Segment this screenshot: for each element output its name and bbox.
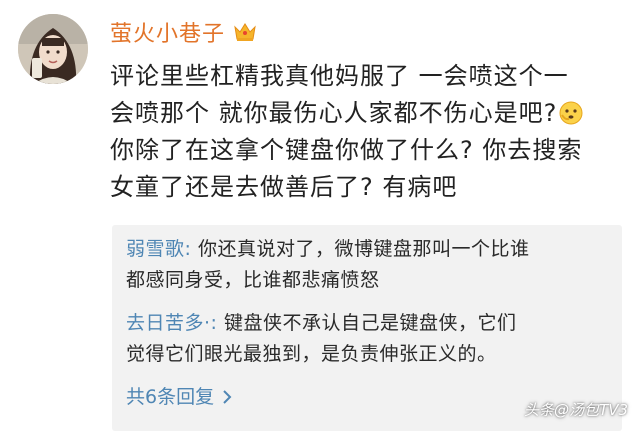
crown-icon: [233, 21, 257, 43]
thinking-face-emoji-icon: [559, 99, 583, 125]
reply-item[interactable]: 弱雪歌: 你还真说对了，微博键盘那叫一个比谁 都感同身受，比谁都悲痛愤怒: [126, 234, 616, 296]
chevron-right-icon: [222, 388, 232, 404]
reply-item[interactable]: 去日苦多·: 键盘侠不承认自己是键盘侠，它们 觉得它们眼光最独到，是负责伸张正义…: [126, 308, 616, 370]
comment-line: 会喷那个 就你最伤心人家都不伤心是吧?: [110, 95, 610, 132]
more-replies-label: 共6条回复: [126, 386, 215, 408]
comment-line-text: 会喷那个 就你最伤心人家都不伤心是吧?: [110, 99, 558, 127]
comment-line: 女童了还是去做善后了? 有病吧: [110, 173, 458, 201]
reply-line: 弱雪歌: 你还真说对了，微博键盘那叫一个比谁: [126, 234, 616, 265]
reply-line: 觉得它们眼光最独到，是负责伸张正义的。: [126, 343, 497, 365]
reply-text: 你还真说对了，微博键盘那叫一个比谁: [197, 238, 530, 260]
reply-author[interactable]: 去日苦多·:: [126, 312, 217, 334]
reply-author[interactable]: 弱雪歌:: [126, 238, 191, 260]
avatar[interactable]: [18, 14, 88, 84]
reply-line: 去日苦多·: 键盘侠不承认自己是键盘侠，它们: [126, 308, 616, 339]
watermark: 头条@汤包TV3: [524, 401, 628, 419]
comment-line: 你除了在这拿个键盘你做了什么? 你去搜索: [110, 136, 583, 164]
comment-line: 评论里些杠精我真他妈服了 一会喷这个一: [110, 62, 569, 90]
reply-text: 键盘侠不承认自己是键盘侠，它们: [224, 312, 517, 334]
more-replies-link[interactable]: 共6条回复: [126, 382, 232, 409]
avatar-photo-icon: [18, 14, 88, 84]
username-row: 萤火小巷子: [110, 16, 257, 48]
comment-text: 评论里些杠精我真他妈服了 一会喷这个一 会喷那个 就你最伤心人家都不伤心是吧? …: [110, 58, 610, 206]
reply-line: 都感同身受，比谁都悲痛愤怒: [126, 269, 380, 291]
username[interactable]: 萤火小巷子: [110, 16, 225, 48]
